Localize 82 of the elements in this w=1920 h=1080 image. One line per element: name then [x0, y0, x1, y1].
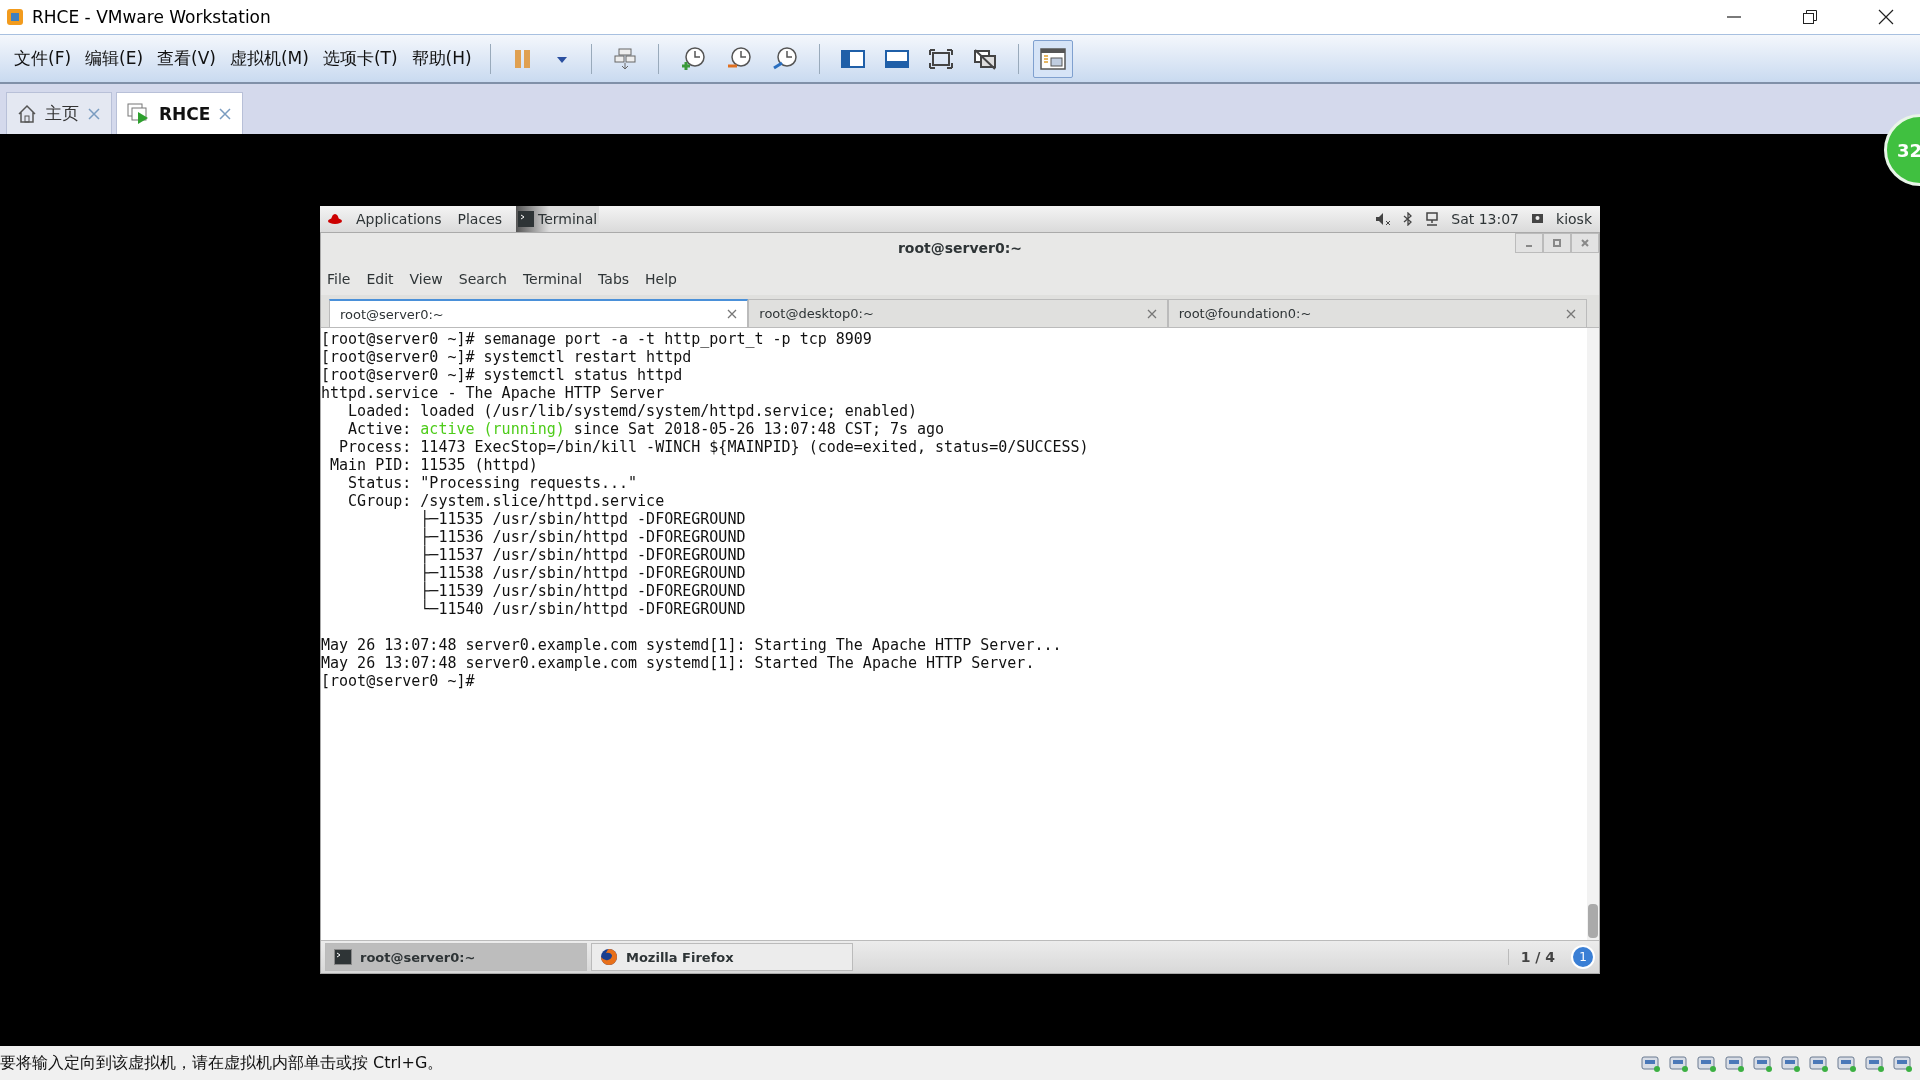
taskbar-item[interactable]: Mozilla Firefox [591, 943, 853, 971]
menu-item[interactable]: 虚拟机(M) [225, 47, 313, 70]
tab[interactable]: RHCE [116, 92, 244, 134]
device-icon[interactable] [1668, 1053, 1690, 1073]
bluetooth-icon[interactable] [1403, 212, 1414, 226]
device-icon[interactable] [1640, 1053, 1662, 1073]
terminal-line: Active: active (running) since Sat 2018-05-26 13:07:48 CST; 7s ago [347, 420, 946, 438]
taskbar-item[interactable]: root@server0:~ [325, 943, 587, 971]
home-icon[interactable] [17, 103, 37, 124]
clock-plus-icon[interactable] [679, 45, 706, 72]
window-title: RHCE - VMware Workstation [32, 7, 271, 27]
terminal-line: [root@server0 ~]# [321, 672, 476, 690]
terminal-line: [root@server0 ~]# systemctl status httpd [321, 366, 684, 384]
tab[interactable]: 主页 [6, 92, 112, 134]
menu-item[interactable]: Edit [366, 271, 394, 287]
terminal-line: Loaded: loaded (/usr/lib/systemd/system/httpd.service; enabled) [347, 402, 919, 420]
close-icon[interactable] [1878, 9, 1894, 25]
menu-item[interactable]: 选项卡(T) [318, 47, 402, 70]
terminal-line: httpd.service - The Apache HTTP Server [321, 384, 666, 402]
scrollbar-thumb[interactable] [1588, 904, 1598, 938]
menu-item[interactable]: View [409, 271, 443, 287]
menu-item[interactable]: Terminal [522, 271, 583, 287]
app-menu[interactable]: Terminal [516, 206, 600, 232]
terminal-line: ├─11535 /usr/sbin/httpd -DFOREGROUND [419, 510, 747, 528]
device-icon[interactable] [1780, 1053, 1802, 1073]
terminal-line: CGroup: /system.slice/httpd.service [347, 492, 666, 510]
clock-wrench-icon[interactable] [771, 45, 798, 72]
device-icon[interactable] [1892, 1053, 1914, 1073]
clock[interactable]: Sat 13:07 [1451, 211, 1520, 227]
terminal-line: Process: 11473 ExecStop=/bin/kill -WINCH ${MAINPID} (code=exited, status=0/SUCCESS) [338, 438, 1090, 456]
terminal-tab[interactable]: root@server0:~ [329, 299, 749, 327]
device-icon[interactable] [1808, 1053, 1830, 1073]
terminal-line: ├─11536 /usr/sbin/httpd -DFOREGROUND [419, 528, 747, 546]
user-menu[interactable]: kiosk [1556, 211, 1592, 227]
menu-item[interactable]: 文件(F) [10, 47, 76, 70]
terminal-line: ├─11539 /usr/sbin/httpd -DFOREGROUND [419, 582, 747, 600]
terminal-icon[interactable] [518, 211, 535, 227]
terminal-line: May 26 13:07:48 server0.example.com systemd[1]: Starting The Apache HTTP Server... [321, 636, 1063, 654]
top-bar-menu[interactable]: Applications [354, 211, 444, 227]
fullscreen-icon[interactable] [928, 48, 953, 69]
menu-item[interactable]: 编辑(E) [81, 47, 148, 70]
user-icon [1531, 213, 1545, 225]
workspace-indicator[interactable]: 1 / 4 [1507, 949, 1567, 965]
terminal-line: ├─11537 /usr/sbin/httpd -DFOREGROUND [419, 546, 747, 564]
top-bar-menu[interactable]: Places [455, 211, 505, 227]
terminal-icon[interactable] [334, 949, 352, 965]
terminal-line: Status: "Processing requests..." [347, 474, 639, 492]
terminal-tab[interactable]: root@desktop0:~ [748, 299, 1168, 327]
terminal-line: [root@server0 ~]# systemctl restart httpd [321, 348, 693, 366]
terminal-line: ├─11538 /usr/sbin/httpd -DFOREGROUND [419, 564, 747, 582]
panel-icon[interactable] [884, 48, 909, 69]
terminal-tab[interactable]: root@foundation0:~ [1167, 299, 1587, 327]
menu-item[interactable]: 查看(V) [153, 47, 220, 70]
menu-item[interactable]: Help [645, 271, 677, 287]
maximize-icon[interactable] [1543, 233, 1571, 253]
menu-item[interactable]: Search [458, 271, 507, 287]
menu-item[interactable]: 帮助(H) [407, 47, 476, 70]
terminal-line: [root@server0 ~]# semanage port -a -t http_port_t -p tcp 8909 [321, 330, 873, 348]
terminal-line: └─11540 /usr/sbin/httpd -DFOREGROUND [419, 600, 747, 618]
menu-item[interactable]: Tabs [598, 271, 630, 287]
device-icon[interactable] [1864, 1053, 1886, 1073]
toolbar-button[interactable] [1032, 39, 1073, 78]
browser-icon[interactable] [600, 948, 618, 966]
notification-count[interactable]: 1 [1571, 945, 1595, 969]
terminal-line: May 26 13:07:48 server0.example.com systemd[1]: Started The Apache HTTP Server. [321, 654, 1036, 672]
terminal-title: root@server0:~ [897, 240, 1023, 256]
device-icon[interactable] [1724, 1053, 1746, 1073]
menu-item[interactable]: File [327, 271, 351, 287]
terminal-line: Main PID: 11535 (httpd) [329, 456, 539, 474]
vmware-logo-icon [6, 8, 24, 26]
sidebar-icon[interactable] [840, 48, 865, 69]
restore-icon[interactable] [1802, 9, 1818, 25]
windows-icon[interactable] [972, 47, 997, 70]
window-icon[interactable] [1039, 47, 1066, 70]
hat-logo-icon [328, 213, 342, 225]
status-message: 要将输入定向到该虚拟机，请在虚拟机内部单击或按 Ctrl+G。 [0, 1052, 444, 1074]
volume-icon[interactable] [1375, 212, 1392, 226]
device-icon[interactable] [1752, 1053, 1774, 1073]
network-icon[interactable] [1425, 212, 1440, 226]
keys-icon[interactable] [612, 46, 637, 71]
device-icon[interactable] [1696, 1053, 1718, 1073]
device-icon[interactable] [1836, 1053, 1858, 1073]
